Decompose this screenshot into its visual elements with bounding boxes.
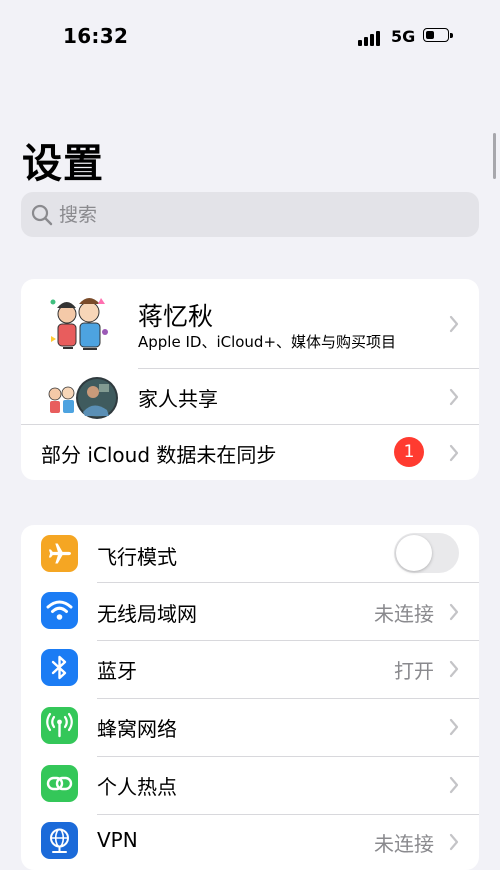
status-time: 16:32	[63, 24, 129, 48]
chevron-right-icon	[449, 444, 459, 462]
family-avatars	[42, 377, 118, 419]
vpn-status: 未连接	[374, 832, 434, 856]
settings-item-hotspot[interactable]: 个人热点	[21, 757, 479, 814]
vpn-label: VPN	[97, 828, 138, 852]
chevron-right-icon	[449, 388, 459, 406]
status-bar: 16:32 5G	[0, 0, 500, 70]
search-icon	[31, 204, 53, 226]
chevron-right-icon	[449, 315, 459, 333]
page-title: 设置	[22, 141, 104, 187]
chevron-right-icon	[449, 718, 459, 736]
hotspot-label: 个人热点	[97, 775, 177, 799]
wifi-label: 无线局域网	[97, 602, 197, 626]
cellular-icon	[41, 707, 78, 744]
family-sharing-row[interactable]: 家人共享	[21, 369, 479, 424]
icloud-sync-row[interactable]: 部分 iCloud 数据未在同步 1	[21, 425, 479, 480]
account-subtitle: Apple ID、iCloud+、媒体与购买项目	[138, 333, 397, 351]
icloud-sync-label: 部分 iCloud 数据未在同步	[41, 443, 277, 467]
search-bar[interactable]	[21, 192, 479, 237]
wifi-icon	[41, 592, 78, 629]
settings-item-wifi[interactable]: 无线局域网 未连接	[21, 583, 479, 640]
search-input[interactable]	[59, 192, 459, 237]
battery-icon	[423, 28, 453, 43]
vpn-icon	[41, 822, 78, 859]
notification-badge: 1	[394, 437, 424, 467]
airplane-mode-label: 飞行模式	[97, 545, 177, 569]
settings-item-cellular[interactable]: 蜂窝网络	[21, 699, 479, 756]
wifi-status: 未连接	[374, 602, 434, 626]
airplane-icon	[41, 535, 78, 572]
avatar	[44, 289, 114, 359]
settings-item-airplane-mode[interactable]: 飞行模式	[21, 525, 479, 582]
chevron-right-icon	[449, 660, 459, 678]
chevron-right-icon	[449, 833, 459, 851]
settings-item-vpn[interactable]: VPN 未连接	[21, 815, 479, 870]
settings-item-bluetooth[interactable]: 蓝牙 打开	[21, 641, 479, 698]
hotspot-icon	[41, 765, 78, 802]
cellular-label: 蜂窝网络	[97, 717, 177, 741]
account-group: 蒋忆秋 Apple ID、iCloud+、媒体与购买项目 家人共享 部分 iCl…	[21, 279, 479, 480]
account-name: 蒋忆秋	[138, 302, 214, 331]
bluetooth-label: 蓝牙	[97, 659, 137, 683]
account-row[interactable]: 蒋忆秋 Apple ID、iCloud+、媒体与购买项目	[21, 279, 479, 368]
bluetooth-icon	[41, 649, 78, 686]
bluetooth-status: 打开	[394, 659, 434, 683]
scroll-indicator[interactable]	[493, 133, 496, 179]
network-type: 5G	[391, 27, 416, 46]
chevron-right-icon	[449, 603, 459, 621]
chevron-right-icon	[449, 776, 459, 794]
family-sharing-label: 家人共享	[138, 387, 218, 411]
connectivity-group: 飞行模式 无线局域网 未连接 蓝牙 打开 蜂窝网络 个人热点 VPN 未连接	[21, 525, 479, 870]
signal-icon	[358, 29, 384, 46]
airplane-mode-toggle[interactable]	[394, 533, 459, 573]
